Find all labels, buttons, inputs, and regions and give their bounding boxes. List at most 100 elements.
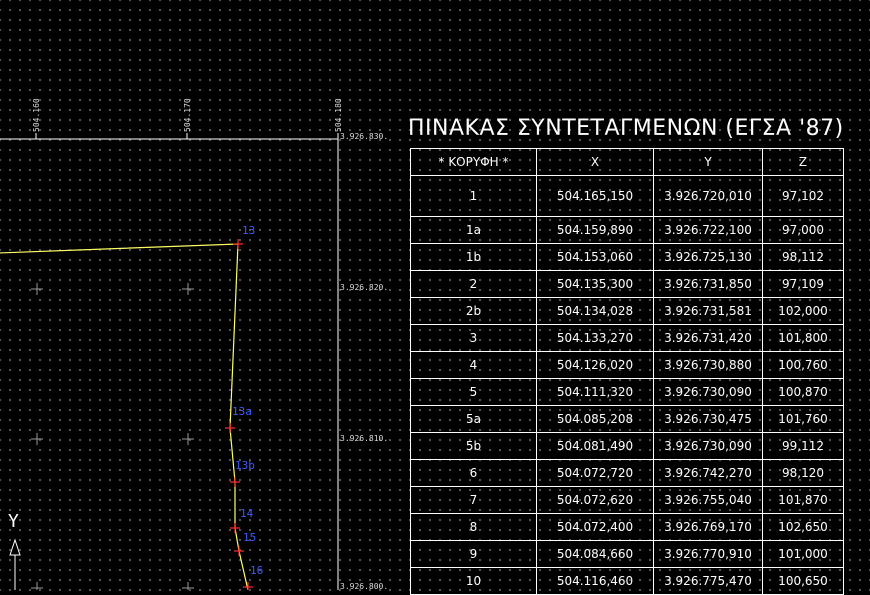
cell-x: 504.133,270 [536, 324, 654, 352]
table-row: 5 504.111,320 3.926.730,090 100,870 [410, 378, 844, 406]
cell-x: 504.084,660 [536, 540, 654, 568]
cell-z: 101,000 [762, 540, 844, 568]
cell-vertex: 5 [410, 378, 537, 406]
point-label-14: 14 [240, 507, 254, 520]
coordinates-table: * ΚΟΡΥΦΗ * X Y Z 1 504.165,150 3.926.720,0… [410, 148, 844, 595]
grid-label-x2: 504.170 [183, 98, 192, 132]
cell-vertex: 6 [410, 459, 537, 487]
cell-z: 97,102 [762, 175, 844, 217]
cell-x: 504.135,300 [536, 270, 654, 298]
header-z: Z [762, 148, 844, 176]
cell-x: 504.072,400 [536, 513, 654, 541]
cell-x: 504.159,890 [536, 216, 654, 244]
table-header-row: * ΚΟΡΥΦΗ * X Y Z [410, 148, 844, 176]
cell-z: 101,800 [762, 324, 844, 352]
table-row: 2 504.135,300 3.926.731,850 97,109 [410, 270, 844, 298]
cell-x: 504.072,720 [536, 459, 654, 487]
table-row: 1 504.165,150 3.926.720,010 97,102 [410, 175, 844, 217]
cell-x: 504.134,028 [536, 297, 654, 325]
cell-x: 504.111,320 [536, 378, 654, 406]
cell-vertex: 10 [410, 567, 537, 595]
cell-x: 504.081,490 [536, 432, 654, 460]
cell-vertex: 2b [410, 297, 537, 325]
boundary-line[interactable] [0, 243, 249, 590]
cell-z: 98,120 [762, 459, 844, 487]
grid-label-x3: 504.180 [334, 98, 343, 132]
cell-vertex: 1b [410, 243, 537, 271]
table-row: 3 504.133,270 3.926.731,420 101,800 [410, 324, 844, 352]
cell-x: 504.072,620 [536, 486, 654, 514]
grid-label-x1: 504.160 [32, 98, 41, 132]
point-label-13a: 13a [232, 405, 252, 418]
table-row: 1b 504.153,060 3.926.725,130 98,112 [410, 243, 844, 271]
cell-vertex: 3 [410, 324, 537, 352]
cell-z: 99,112 [762, 432, 844, 460]
grid-label-y3: 3.926.810. [340, 434, 388, 443]
table-row: 5a 504.085,208 3.926.730,475 101,760 [410, 405, 844, 433]
cell-vertex: 5a [410, 405, 537, 433]
table-row: 10 504.116,460 3.926.775,470 100,650 [410, 567, 844, 595]
cell-z: 102,650 [762, 513, 844, 541]
cell-vertex: 7 [410, 486, 537, 514]
header-y: Y [653, 148, 763, 176]
grid-label-y1: 3.926.830. [340, 132, 388, 141]
point-label-13b: 13b [235, 459, 255, 472]
table-row: 4 504.126,020 3.926.730,880 100,760 [410, 351, 844, 379]
cell-x: 504.116,460 [536, 567, 654, 595]
grid-label-y2: 3.926.820. [340, 283, 388, 292]
cell-vertex: 1 [410, 175, 537, 217]
cell-vertex: 1a [410, 216, 537, 244]
cell-z: 97,000 [762, 216, 844, 244]
cell-y: 3.926.725,130 [653, 243, 763, 271]
cell-z: 102,000 [762, 297, 844, 325]
point-label-15: 15 [243, 531, 256, 544]
table-row: 9 504.084,660 3.926.770,910 101,000 [410, 540, 844, 568]
cell-y: 3.926.755,040 [653, 486, 763, 514]
cell-y: 3.926.775,470 [653, 567, 763, 595]
map-frame [0, 138, 339, 590]
grid-label-y4: 3.926.800. [340, 582, 388, 590]
cell-x: 504.153,060 [536, 243, 654, 271]
table-row: 5b 504.081,490 3.926.730,090 99,112 [410, 432, 844, 460]
cell-x: 504.126,020 [536, 351, 654, 379]
cell-z: 98,112 [762, 243, 844, 271]
cell-x: 504.085,208 [536, 405, 654, 433]
cell-vertex: 5b [410, 432, 537, 460]
cell-y: 3.926.769,170 [653, 513, 763, 541]
table-row: 7 504.072,620 3.926.755,040 101,870 [410, 486, 844, 514]
cell-y: 3.926.730,090 [653, 432, 763, 460]
grid-crosses [31, 283, 194, 590]
cell-y: 3.926.770,910 [653, 540, 763, 568]
cell-z: 101,760 [762, 405, 844, 433]
cell-z: 100,760 [762, 351, 844, 379]
ucs-y-label: Y [8, 511, 19, 532]
cell-vertex: 9 [410, 540, 537, 568]
cell-vertex: 8 [410, 513, 537, 541]
point-label-13: 13 [242, 224, 255, 237]
cell-vertex: 2 [410, 270, 537, 298]
table-title: ΠΙΝΑΚΑΣ ΣΥΝΤΕΤΑΓΜΕΝΩΝ (ΕΓΣΑ '87) [408, 116, 844, 141]
cell-y: 3.926.731,420 [653, 324, 763, 352]
cell-y: 3.926.730,475 [653, 405, 763, 433]
table-row: 6 504.072,720 3.926.742,270 98,120 [410, 459, 844, 487]
header-vertex: * ΚΟΡΥΦΗ * [410, 148, 537, 176]
cell-z: 100,870 [762, 378, 844, 406]
cell-z: 101,870 [762, 486, 844, 514]
cell-z: 100,650 [762, 567, 844, 595]
cell-y: 3.926.742,270 [653, 459, 763, 487]
cell-vertex: 4 [410, 351, 537, 379]
cell-y: 3.926.722,100 [653, 216, 763, 244]
cell-x: 504.165,150 [536, 175, 654, 217]
cell-y: 3.926.720,010 [653, 175, 763, 217]
cell-y: 3.926.731,581 [653, 297, 763, 325]
table-row: 2b 504.134,028 3.926.731,581 102,000 [410, 297, 844, 325]
cell-y: 3.926.731,850 [653, 270, 763, 298]
header-x: X [536, 148, 654, 176]
cell-z: 97,109 [762, 270, 844, 298]
table-row: 8 504.072,400 3.926.769,170 102,650 [410, 513, 844, 541]
ucs-icon: Y [8, 511, 21, 590]
table-body: 1 504.165,150 3.926.720,010 97,102 1a 504.159… [410, 175, 844, 595]
table-row: 1a 504.159,890 3.926.722,100 97,000 [410, 216, 844, 244]
cell-y: 3.926.730,090 [653, 378, 763, 406]
cell-y: 3.926.730,880 [653, 351, 763, 379]
